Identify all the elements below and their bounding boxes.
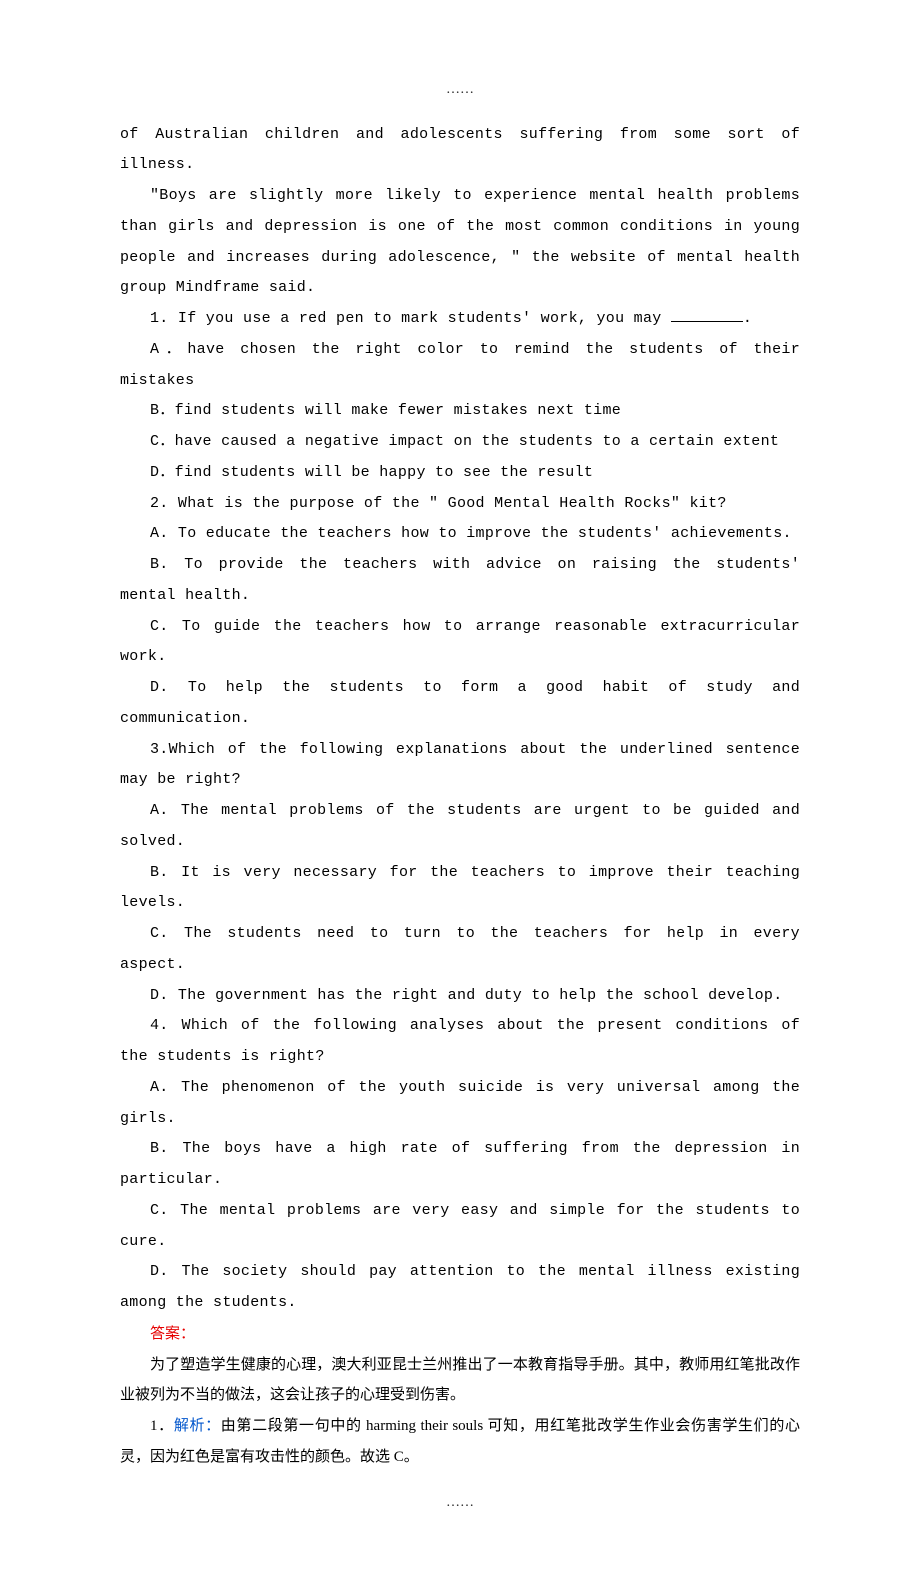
q1-stem-post: . [743,310,752,327]
q1-option-d: D．find students will be happy to see the… [120,458,800,489]
q3-option-d: D. The government has the right and duty… [120,981,800,1012]
footer-ellipsis: …… [120,1493,800,1513]
passage-fragment: of Australian children and adolescents s… [120,120,800,182]
answer-intro: 为了塑造学生健康的心理，澳大利亚昆士兰州推出了一本教育指导手册。其中，教师用红笔… [120,1350,800,1412]
q3-option-b: B. It is very necessary for the teachers… [120,858,800,920]
q1-option-c: C．have caused a negative impact on the s… [120,427,800,458]
q3-option-a: A. The mental problems of the students a… [120,796,800,858]
question-2-stem: 2. What is the purpose of the " Good Men… [120,489,800,520]
passage-quote: "Boys are slightly more likely to experi… [120,181,800,304]
q4-option-c: C. The mental problems are very easy and… [120,1196,800,1258]
answer-1: 1．解析：由第二段第一句中的 harming their souls 可知，用红… [120,1411,800,1473]
q1-option-a: A．have chosen the right color to remind … [120,335,800,397]
a1-number: 1． [150,1418,174,1434]
answer-heading: 答案： [120,1319,800,1350]
q2-option-c: C. To guide the teachers how to arrange … [120,612,800,674]
q4-option-a: A. The phenomenon of the youth suicide i… [120,1073,800,1135]
header-ellipsis: …… [120,80,800,100]
q1-stem-text: 1. If you use a red pen to mark students… [150,310,671,327]
q1-option-b: B．find students will make fewer mistakes… [120,396,800,427]
q3-option-c: C. The students need to turn to the teac… [120,919,800,981]
question-1-stem: 1. If you use a red pen to mark students… [120,304,800,335]
question-4-stem: 4. Which of the following analyses about… [120,1011,800,1073]
document-page: …… of Australian children and adolescent… [0,0,920,1592]
q4-option-d: D. The society should pay attention to t… [120,1257,800,1319]
blank-fill [671,308,743,323]
q2-option-d: D. To help the students to form a good h… [120,673,800,735]
q2-option-a: A. To educate the teachers how to improv… [120,519,800,550]
q2-option-b: B. To provide the teachers with advice o… [120,550,800,612]
answer-label-text: 答案： [150,1326,195,1342]
a1-body: 由第二段第一句中的 harming their souls 可知，用红笔批改学生… [120,1418,800,1465]
q4-option-b: B. The boys have a high rate of sufferin… [120,1134,800,1196]
analysis-label: 解析： [174,1418,221,1434]
question-3-stem: 3.Which of the following explanations ab… [120,735,800,797]
